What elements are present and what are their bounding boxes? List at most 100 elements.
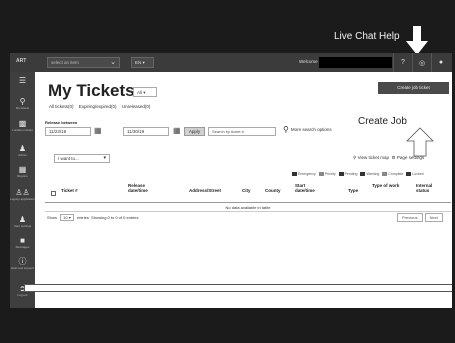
ticket-scope-value: All — [137, 90, 143, 95]
select-all-checkbox[interactable] — [51, 191, 56, 196]
page-settings-link[interactable]: Page settings — [397, 155, 424, 160]
legend-item: Pending — [338, 172, 357, 176]
arrow-up-icon — [406, 127, 434, 157]
column-ticket-number[interactable]: Ticket # — [61, 188, 78, 193]
column-type[interactable]: Type — [348, 188, 358, 193]
search-icon: ⚲ — [283, 125, 289, 134]
sidebar-item-label: My tickets — [15, 106, 30, 110]
column-internal-status[interactable]: Internal status — [416, 183, 446, 193]
bulk-action-value: I want to... — [58, 156, 79, 161]
sidebar-item-user-settings[interactable]: ♟ User settings — [10, 215, 35, 228]
sidebar-item-admin[interactable]: ♟ Admin — [10, 144, 35, 157]
filter-expiring[interactable]: Expiring/expired(0) — [79, 104, 117, 109]
show-label: Show — [47, 215, 58, 220]
table-empty-message: No data available in table — [45, 203, 451, 212]
app-screenshot: ART select an item ⌄ EN ▾ Welcome ? ◎ ● … — [10, 53, 452, 308]
entries-per-page-select[interactable]: 10 ▾ — [60, 214, 74, 221]
tickets-table: Ticket # Release date/time Address/Stree… — [45, 178, 451, 212]
chevron-down-icon: ▾ — [103, 155, 106, 161]
sidebar-item-label: Messages — [15, 245, 30, 249]
legend-item: Locked — [406, 172, 424, 176]
ticket-search-input[interactable]: Search by ticket # — [208, 127, 276, 136]
help-icon: ⓘ — [18, 257, 27, 266]
message-icon: ■ — [20, 236, 25, 245]
account-select-value: select an item — [51, 60, 79, 65]
column-release-date[interactable]: Release date/time — [128, 183, 162, 193]
sidebar-item-reports[interactable]: ▦ Reports — [10, 165, 35, 178]
sidebar-item-label: User settings — [13, 224, 32, 228]
chart-icon: ▩ — [18, 119, 27, 128]
person-icon: ♟ — [18, 144, 27, 153]
ticket-scope-select[interactable]: All ▾ — [133, 87, 157, 97]
calendar-icon[interactable]: ▦ — [173, 126, 181, 135]
user-icon[interactable]: ● — [431, 53, 450, 72]
help-icon[interactable]: ? — [393, 53, 412, 72]
column-type-of-work[interactable]: Type of work — [372, 183, 400, 188]
location-icon: ⚲ — [19, 97, 26, 106]
legend-item: Emergency — [292, 172, 316, 176]
more-search-options-link[interactable]: ⚲ More search options — [283, 125, 332, 134]
legend-item: Complete — [382, 172, 403, 176]
filter-all-tickets[interactable]: All tickets(0) — [49, 104, 74, 109]
language-value: EN — [135, 60, 142, 65]
sidebar-item-label: Help and support — [11, 266, 34, 270]
date-from-input[interactable]: 11/23/19 — [45, 127, 91, 136]
legend-item: Priority — [318, 172, 336, 176]
create-job-ticket-button[interactable]: Create job ticket — [378, 82, 449, 94]
sidebar-item-label: Legacy application — [10, 197, 35, 201]
menu-icon[interactable]: ☰ — [10, 76, 35, 85]
globe-icon[interactable]: ◎ — [412, 53, 431, 72]
view-ticket-map-link[interactable]: View ticket map — [358, 155, 389, 160]
map-icon: ⚲ — [353, 155, 357, 160]
create-job-callout: Create Job — [358, 116, 407, 127]
column-city[interactable]: City — [242, 188, 251, 193]
user-settings-icon: ♟ — [18, 215, 27, 224]
live-chat-callout: Live Chat Help — [334, 31, 400, 42]
slide-bottom — [0, 310, 455, 343]
map-and-settings-links: ⚲ View ticket map ⚙ Page settings — [353, 155, 424, 161]
top-bar-icons: ? ◎ ● — [393, 53, 452, 72]
column-address[interactable]: Address/Street — [189, 188, 221, 193]
entries-label: entries — [76, 215, 89, 220]
bulk-action-select[interactable]: I want to... ▾ — [54, 154, 110, 163]
apply-button[interactable]: Apply — [184, 127, 205, 136]
report-icon: ▦ — [18, 165, 27, 174]
side-navigation: ☰ ⚲ My tickets ▩ Location tickets ♟ Admi… — [10, 72, 35, 308]
sidebar-item-my-tickets[interactable]: ⚲ My tickets — [10, 97, 35, 110]
status-legend: Emergency Priority Pending Warning Compl… — [292, 172, 424, 176]
entries-control: Show 10 ▾ entries Showing 0 to 0 of 0 en… — [47, 214, 138, 221]
horizontal-scrollbar[interactable] — [24, 284, 452, 292]
top-bar: ART select an item ⌄ EN ▾ Welcome ? ◎ ● — [10, 53, 452, 72]
table-header: Ticket # Release date/time Address/Stree… — [45, 178, 451, 203]
language-select[interactable]: EN ▾ — [131, 57, 154, 68]
filter-unreleased[interactable]: Unreleased(0) — [122, 104, 151, 109]
date-to-input[interactable]: 11/30/19 — [123, 127, 169, 136]
column-county[interactable]: County — [265, 188, 281, 193]
redacted-username — [319, 57, 392, 68]
pagination: Previous Next — [397, 213, 443, 222]
main-content: My Tickets All ▾ Create job ticket All t… — [35, 72, 452, 308]
sidebar-item-label: Reports — [17, 174, 28, 178]
account-select[interactable]: select an item ⌄ — [47, 57, 120, 68]
next-page-button[interactable]: Next — [424, 213, 443, 222]
page-title: My Tickets — [48, 81, 135, 100]
entries-info: Showing 0 to 0 of 0 entries — [91, 215, 139, 220]
sidebar-item-location-tickets[interactable]: ▩ Location tickets — [10, 119, 35, 132]
sidebar-item-label: Log out — [17, 293, 28, 297]
gear-icon: ⚙ — [391, 155, 396, 160]
sidebar-item-label: Admin — [18, 153, 27, 157]
calendar-icon[interactable]: ▦ — [94, 126, 102, 135]
legend-item: Warning — [360, 172, 379, 176]
more-search-label: More search options — [290, 127, 332, 132]
people-icon: ♙♙ — [15, 188, 30, 197]
column-start-date[interactable]: Start date/time — [295, 183, 323, 193]
previous-page-button[interactable]: Previous — [397, 213, 423, 222]
arrow-down-icon — [406, 26, 428, 55]
sidebar-item-messages[interactable]: ■ Messages — [10, 236, 35, 249]
welcome-label: Welcome — [299, 59, 318, 64]
release-between-label: Release between — [45, 120, 78, 125]
sidebar-item-legacy[interactable]: ♙♙ Legacy application — [10, 188, 35, 201]
app-logo: ART — [16, 58, 27, 64]
sidebar-item-help[interactable]: ⓘ Help and support — [10, 257, 35, 270]
chevron-down-icon: ⌄ — [110, 59, 116, 66]
